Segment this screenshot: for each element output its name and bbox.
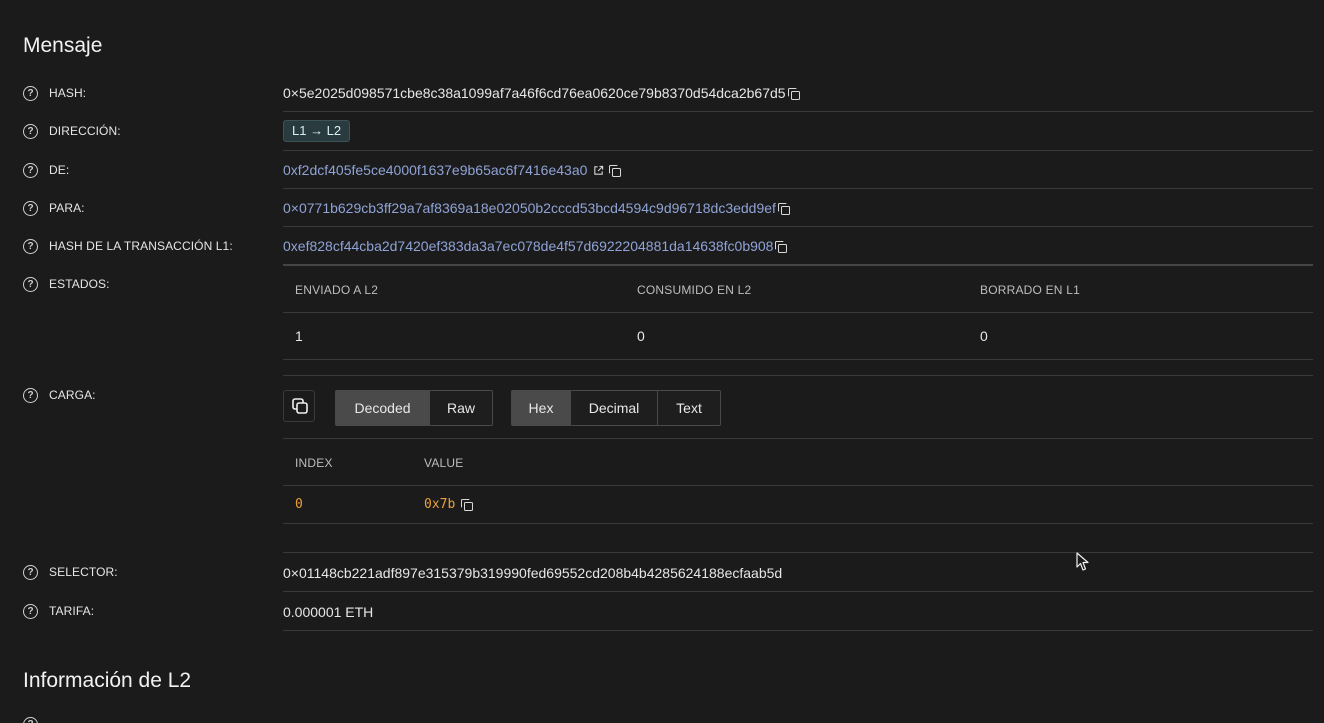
hash-value-row: 0×5e2025d098571cbe8c38a1099af7a46f6cd76e… — [283, 83, 800, 103]
decimal-button[interactable]: Decimal — [571, 391, 658, 425]
from-value-row: 0xf2dcf405fe5ce4000f1637e9b65ac6f7416e43… — [283, 160, 622, 180]
states-header-consumed: CONSUMIDO EN L2 — [637, 283, 752, 297]
help-icon[interactable]: ? — [23, 123, 38, 139]
payload-copy-button[interactable] — [283, 390, 315, 422]
fee-label-row: ? TARIFA: — [23, 601, 94, 621]
fee-label: TARIFA: — [49, 604, 95, 618]
divider — [283, 523, 1313, 524]
copy-icon — [292, 398, 308, 414]
payload-header-value: VALUE — [424, 456, 464, 470]
l1-tx-hash-link[interactable]: 0xef828cf44cba2d7420ef383da3a7ec078de4f5… — [283, 238, 773, 254]
divider — [283, 438, 1313, 439]
payload-row-value: 0x7b — [424, 497, 456, 512]
text-button[interactable]: Text — [658, 391, 720, 425]
divider — [283, 375, 1313, 376]
copy-icon[interactable] — [609, 164, 622, 177]
divider — [283, 630, 1313, 631]
l2-section-title: Información de L2 — [23, 669, 192, 692]
selector-label: SELECTOR: — [49, 565, 118, 579]
hex-button[interactable]: Hex — [512, 391, 571, 425]
message-section-title: Mensaje — [23, 34, 103, 57]
copy-icon[interactable] — [775, 240, 788, 253]
help-icon[interactable]: ? — [23, 564, 38, 580]
help-icon[interactable]: ? — [23, 717, 38, 723]
to-value-row: 0×0771b629cb3ff29a7af8369a18e02050b2cccd… — [283, 198, 790, 218]
to-label-row: ? PARA: — [23, 198, 85, 218]
payload-label-row: ? CARGA: — [23, 385, 96, 405]
help-icon[interactable]: ? — [23, 387, 38, 403]
selector-value-row: 0×01148cb221adf897e315379b319990fed69552… — [283, 563, 782, 583]
hash-label: HASH: — [49, 86, 87, 100]
help-icon[interactable]: ? — [23, 200, 38, 216]
l1-tx-hash-label-row: ? HASH DE LA TRANSACCIÓN L1: — [23, 236, 233, 256]
payload-view-toggle: Decoded Raw — [335, 390, 493, 426]
states-value-sent: 1 — [295, 328, 303, 344]
payload-label: CARGA: — [49, 388, 96, 402]
hash-label-row: ? HASH: — [23, 83, 86, 103]
states-value-consumed: 0 — [637, 328, 645, 344]
divider — [283, 312, 1313, 313]
divider — [283, 188, 1313, 189]
to-address-link[interactable]: 0×0771b629cb3ff29a7af8369a18e02050b2cccd… — [283, 200, 776, 216]
states-value-deleted: 0 — [980, 328, 988, 344]
external-link-icon[interactable] — [593, 165, 604, 176]
direction-label: DIRECCIÓN: — [49, 124, 121, 138]
help-icon[interactable]: ? — [23, 238, 38, 254]
divider — [283, 591, 1313, 592]
payload-row-value-cell: 0x7b — [424, 497, 474, 512]
copy-icon[interactable] — [777, 202, 790, 215]
fee-value-row: 0.000001 ETH — [283, 602, 373, 622]
fee-value: 0.000001 ETH — [283, 604, 374, 620]
direction-label-row: ? DIRECCIÓN: — [23, 121, 121, 141]
divider — [283, 552, 1313, 553]
direction-value-row: L1 → L2 — [283, 120, 351, 142]
selector-value: 0×01148cb221adf897e315379b319990fed69552… — [283, 565, 783, 581]
from-address-link[interactable]: 0xf2dcf405fe5ce4000f1637e9b65ac6f7416e43… — [283, 162, 587, 178]
divider — [283, 226, 1313, 227]
help-icon[interactable]: ? — [23, 85, 38, 101]
divider — [283, 264, 1313, 266]
hash-value: 0×5e2025d098571cbe8c38a1099af7a46f6cd76e… — [283, 85, 786, 101]
decoded-button[interactable]: Decoded — [336, 391, 430, 425]
direction-badge: L1 → L2 — [283, 120, 351, 142]
help-icon[interactable]: ? — [23, 162, 38, 178]
payload-format-toggle: Hex Decimal Text — [511, 390, 721, 426]
help-icon[interactable]: ? — [23, 276, 38, 292]
copy-icon[interactable] — [787, 87, 800, 100]
states-header-sent: ENVIADO A L2 — [295, 283, 379, 297]
mouse-cursor-icon — [1076, 552, 1089, 571]
payload-row-index: 0 — [295, 497, 303, 512]
states-label-row: ? ESTADOS: — [23, 274, 110, 294]
divider — [283, 150, 1313, 151]
from-label-row: ? DE: — [23, 160, 69, 180]
states-header-deleted: BORRADO EN L1 — [980, 283, 1080, 297]
divider — [283, 485, 1313, 486]
selector-label-row: ? SELECTOR: — [23, 562, 118, 582]
states-label: ESTADOS: — [49, 277, 110, 291]
copy-icon[interactable] — [461, 499, 474, 511]
l1-tx-hash-label: HASH DE LA TRANSACCIÓN L1: — [49, 239, 233, 253]
l1-tx-hash-value-row: 0xef828cf44cba2d7420ef383da3a7ec078de4f5… — [283, 236, 788, 256]
to-label: PARA: — [49, 201, 85, 215]
help-icon[interactable]: ? — [23, 603, 38, 619]
from-label: DE: — [49, 163, 70, 177]
raw-button[interactable]: Raw — [430, 391, 492, 425]
payload-header-index: INDEX — [295, 456, 333, 470]
divider — [283, 111, 1313, 112]
message-page: Mensaje ? HASH: 0×5e2025d098571cbe8c38a1… — [0, 0, 1324, 723]
divider — [283, 359, 1313, 360]
